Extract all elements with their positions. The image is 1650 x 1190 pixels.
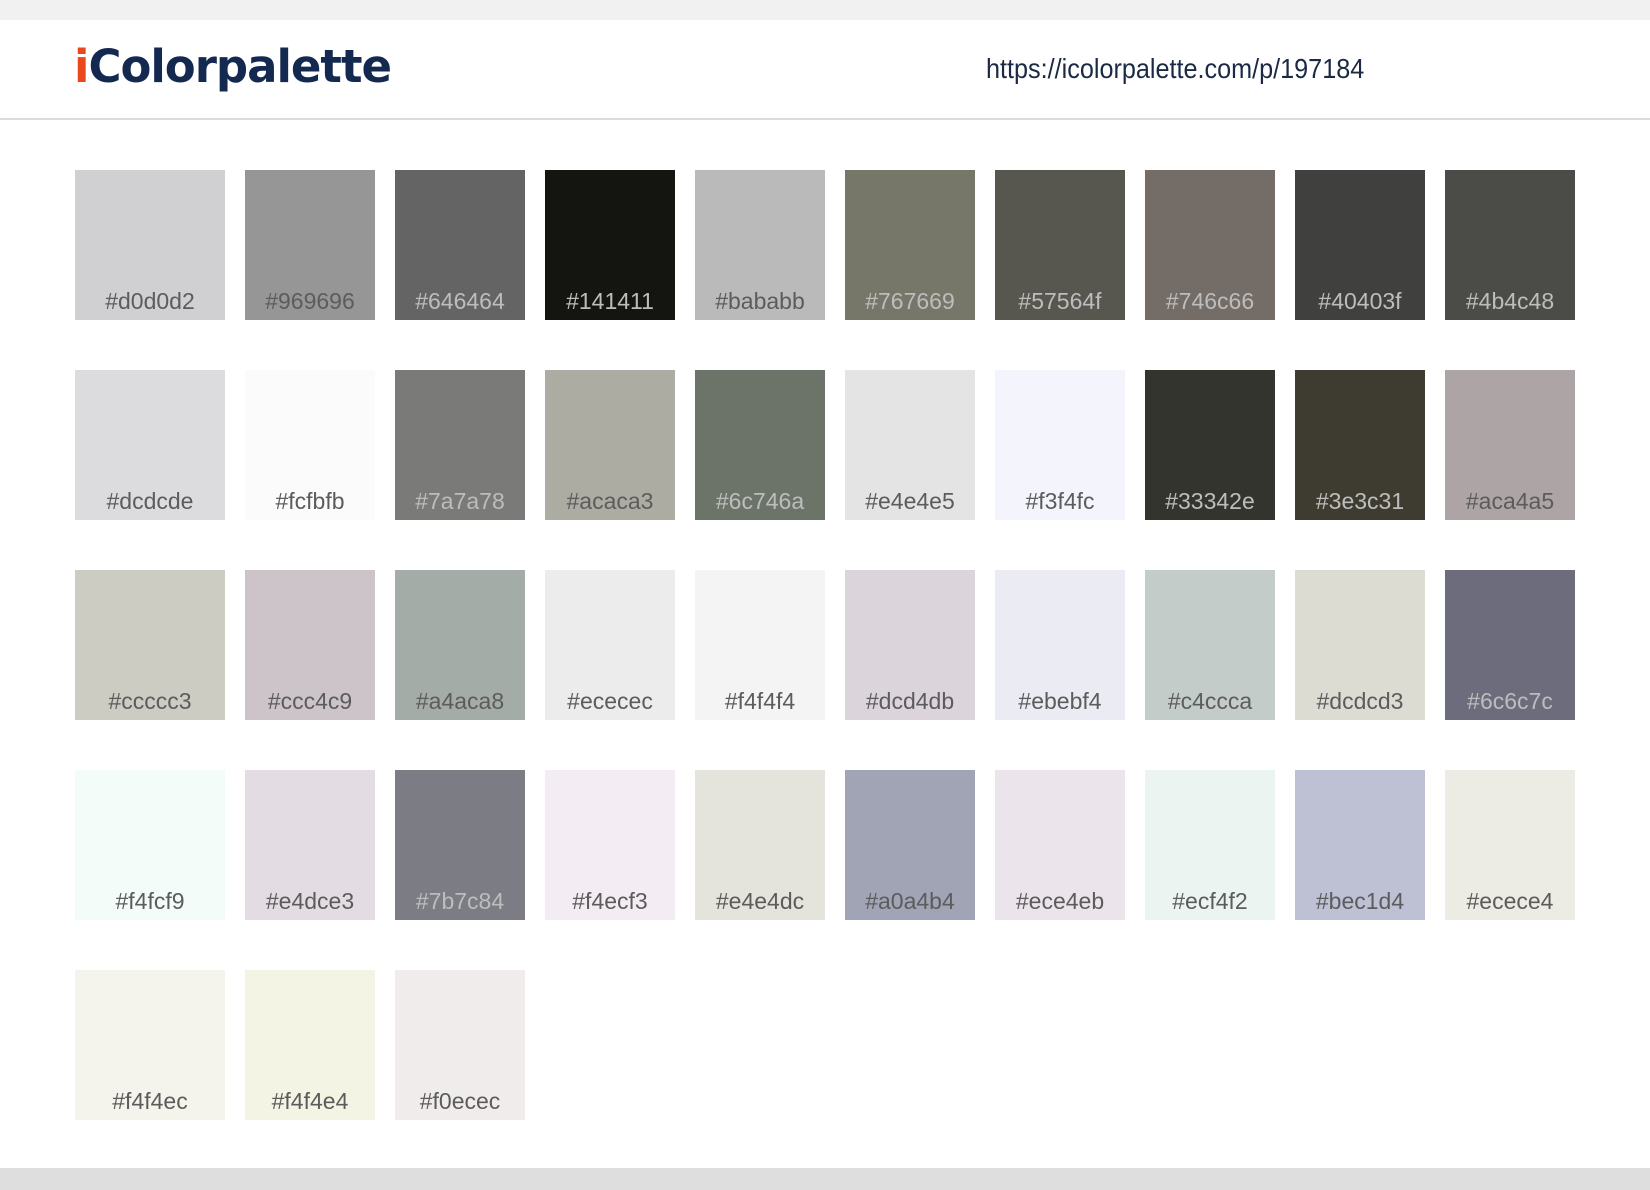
color-hex-label: #3e3c31 xyxy=(1315,488,1405,514)
color-hex-label: #ececec xyxy=(567,688,653,714)
color-swatch[interactable]: #57564f xyxy=(995,170,1125,320)
color-swatch[interactable]: #767669 xyxy=(845,170,975,320)
color-swatch[interactable]: #746c66 xyxy=(1145,170,1275,320)
color-swatch[interactable]: #e4dce3 xyxy=(245,770,375,920)
color-hex-label: #dcdcd3 xyxy=(1316,688,1404,714)
color-swatch[interactable]: #f4ecf3 xyxy=(545,770,675,920)
color-swatch[interactable]: #ece4eb xyxy=(995,770,1125,920)
color-swatch[interactable]: #aca4a5 xyxy=(1445,370,1575,520)
color-swatch[interactable]: #dcdcde xyxy=(75,370,225,520)
color-hex-label: #746c66 xyxy=(1165,288,1255,314)
color-swatch[interactable]: #969696 xyxy=(245,170,375,320)
color-hex-label: #ccccc3 xyxy=(108,688,192,714)
logo-accent-letter: i xyxy=(74,40,89,93)
palette-grid: #d0d0d2 #969696 #646464 #141411 #bababb #7676… xyxy=(75,170,1575,1120)
color-swatch[interactable]: #acaca3 xyxy=(545,370,675,520)
color-swatch[interactable]: #f4f4f4 xyxy=(695,570,825,720)
color-hex-label: #bababb xyxy=(715,288,805,314)
color-hex-label: #f4f4e4 xyxy=(271,1088,349,1114)
color-swatch[interactable]: #ecece4 xyxy=(1445,770,1575,920)
color-hex-label: #f4f4ec xyxy=(112,1088,188,1114)
color-hex-label: #e4e4e5 xyxy=(865,488,955,514)
color-swatch[interactable]: #dcd4db xyxy=(845,570,975,720)
color-swatch[interactable]: #f4f4ec xyxy=(75,970,225,1120)
color-hex-label: #ecece4 xyxy=(1466,888,1554,914)
color-swatch[interactable]: #6c6c7c xyxy=(1445,570,1575,720)
color-swatch[interactable]: #dcdcd3 xyxy=(1295,570,1425,720)
color-swatch[interactable]: #7a7a78 xyxy=(395,370,525,520)
color-hex-label: #7b7c84 xyxy=(415,888,505,914)
color-swatch[interactable]: #646464 xyxy=(395,170,525,320)
color-hex-label: #ece4eb xyxy=(1015,888,1105,914)
color-swatch[interactable]: #40403f xyxy=(1295,170,1425,320)
color-swatch[interactable]: #3e3c31 xyxy=(1295,370,1425,520)
color-swatch[interactable]: #c4ccca xyxy=(1145,570,1275,720)
color-hex-label: #f4fcf9 xyxy=(115,888,185,914)
color-swatch[interactable]: #ecf4f2 xyxy=(1145,770,1275,920)
color-hex-label: #acaca3 xyxy=(566,488,654,514)
color-swatch[interactable]: #e4e4e5 xyxy=(845,370,975,520)
color-swatch[interactable]: #f4f4e4 xyxy=(245,970,375,1120)
color-hex-label: #ebebf4 xyxy=(1018,688,1102,714)
color-swatch[interactable]: #fcfbfb xyxy=(245,370,375,520)
color-hex-label: #7a7a78 xyxy=(415,488,505,514)
color-swatch[interactable]: #a0a4b4 xyxy=(845,770,975,920)
color-hex-label: #d0d0d2 xyxy=(105,288,195,314)
color-swatch[interactable]: #6c746a xyxy=(695,370,825,520)
page: iColorpalette https://icolorpalette.com/… xyxy=(0,20,1650,1168)
color-swatch[interactable]: #ccccc3 xyxy=(75,570,225,720)
color-hex-label: #33342e xyxy=(1165,488,1255,514)
color-hex-label: #57564f xyxy=(1018,288,1102,314)
color-hex-label: #a4aca8 xyxy=(415,688,505,714)
color-hex-label: #6c746a xyxy=(715,488,805,514)
color-hex-label: #ccc4c9 xyxy=(267,688,353,714)
color-swatch[interactable]: #f0ecec xyxy=(395,970,525,1120)
page-url: https://icolorpalette.com/p/197184 xyxy=(986,53,1365,84)
color-hex-label: #dcd4db xyxy=(865,688,955,714)
color-swatch[interactable]: #ccc4c9 xyxy=(245,570,375,720)
color-swatch[interactable]: #f4fcf9 xyxy=(75,770,225,920)
color-hex-label: #ecf4f2 xyxy=(1172,888,1248,914)
color-hex-label: #bec1d4 xyxy=(1315,888,1405,914)
header: iColorpalette https://icolorpalette.com/… xyxy=(0,20,1650,120)
color-hex-label: #6c6c7c xyxy=(1467,688,1553,714)
logo-text: Colorpalette xyxy=(88,40,392,93)
color-swatch[interactable]: #d0d0d2 xyxy=(75,170,225,320)
color-swatch[interactable]: #33342e xyxy=(1145,370,1275,520)
color-hex-label: #fcfbfb xyxy=(275,488,345,514)
color-hex-label: #f0ecec xyxy=(419,1088,501,1114)
footer-bar xyxy=(0,1168,1650,1190)
color-hex-label: #dcdcde xyxy=(106,488,194,514)
color-swatch[interactable]: #e4e4dc xyxy=(695,770,825,920)
color-hex-label: #f4f4f4 xyxy=(724,688,796,714)
color-swatch[interactable]: #ebebf4 xyxy=(995,570,1125,720)
color-hex-label: #aca4a5 xyxy=(1465,488,1555,514)
color-hex-label: #f3f4fc xyxy=(1025,488,1095,514)
color-hex-label: #40403f xyxy=(1318,288,1402,314)
color-swatch[interactable]: #4b4c48 xyxy=(1445,170,1575,320)
color-hex-label: #969696 xyxy=(265,288,355,314)
color-hex-label: #646464 xyxy=(415,288,505,314)
site-logo[interactable]: iColorpalette xyxy=(74,44,392,89)
color-hex-label: #767669 xyxy=(865,288,955,314)
color-swatch[interactable]: #a4aca8 xyxy=(395,570,525,720)
color-swatch[interactable]: #bec1d4 xyxy=(1295,770,1425,920)
color-hex-label: #4b4c48 xyxy=(1465,288,1555,314)
color-swatch[interactable]: #141411 xyxy=(545,170,675,320)
color-hex-label: #a0a4b4 xyxy=(865,888,955,914)
color-hex-label: #e4e4dc xyxy=(715,888,805,914)
color-hex-label: #141411 xyxy=(566,288,654,314)
color-hex-label: #e4dce3 xyxy=(265,888,355,914)
color-swatch[interactable]: #bababb xyxy=(695,170,825,320)
color-swatch[interactable]: #ececec xyxy=(545,570,675,720)
color-hex-label: #f4ecf3 xyxy=(572,888,648,914)
color-swatch[interactable]: #7b7c84 xyxy=(395,770,525,920)
color-hex-label: #c4ccca xyxy=(1167,688,1253,714)
color-swatch[interactable]: #f3f4fc xyxy=(995,370,1125,520)
